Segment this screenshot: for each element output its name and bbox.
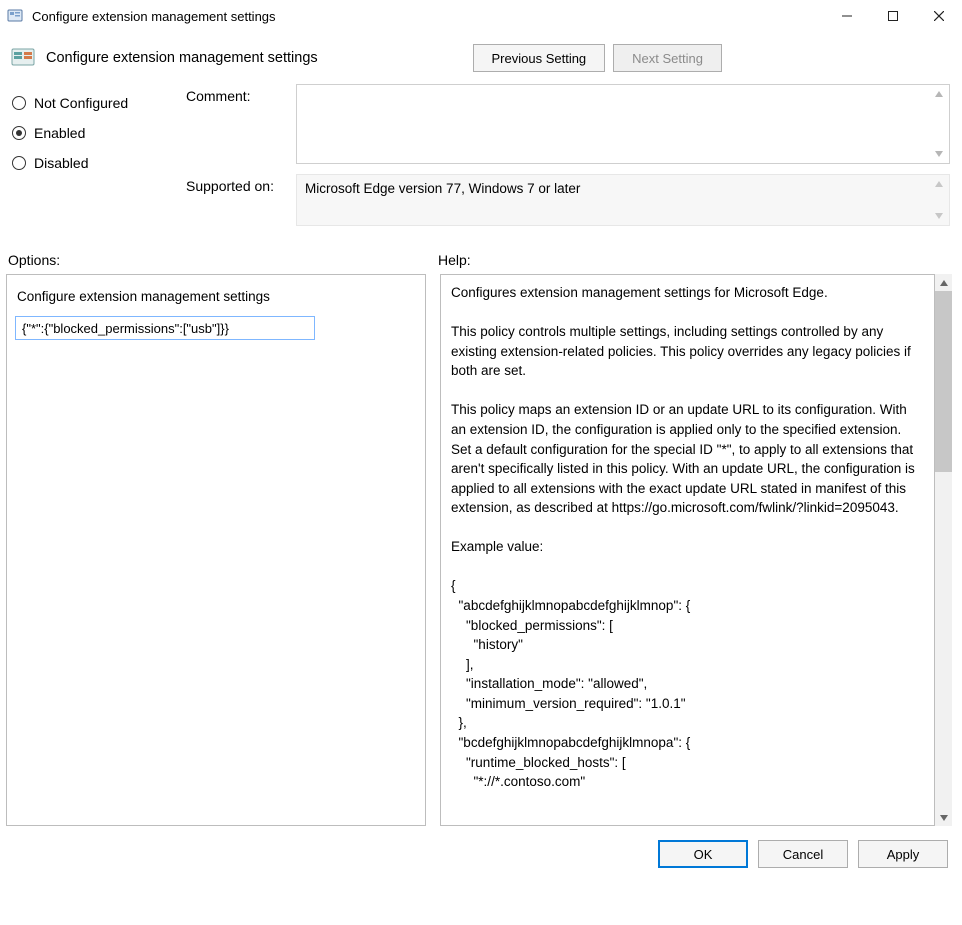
help-label: Help: bbox=[438, 252, 948, 268]
radio-label: Enabled bbox=[34, 125, 85, 141]
minimize-button[interactable] bbox=[824, 0, 870, 32]
cancel-button[interactable]: Cancel bbox=[758, 840, 848, 868]
radio-icon bbox=[12, 126, 26, 140]
scroll-up-icon[interactable] bbox=[932, 87, 946, 101]
policy-icon bbox=[10, 45, 36, 71]
fields-column: Comment: Supported on: Microsoft Edge ve… bbox=[186, 84, 950, 236]
next-setting-button[interactable]: Next Setting bbox=[613, 44, 722, 72]
state-radio-group: Not Configured Enabled Disabled bbox=[12, 84, 172, 236]
nav-buttons: Previous Setting Next Setting bbox=[473, 44, 723, 72]
radio-disabled[interactable]: Disabled bbox=[12, 148, 172, 178]
previous-setting-button[interactable]: Previous Setting bbox=[473, 44, 606, 72]
scroll-down-icon[interactable] bbox=[932, 209, 946, 223]
scrollbar-thumb[interactable] bbox=[935, 291, 952, 472]
scroll-down-icon[interactable] bbox=[935, 809, 952, 826]
extension-settings-input[interactable] bbox=[15, 316, 315, 340]
supported-on-row: Supported on: Microsoft Edge version 77,… bbox=[186, 174, 950, 226]
help-scrollbar[interactable] bbox=[935, 274, 952, 826]
scroll-down-icon[interactable] bbox=[932, 147, 946, 161]
dialog-button-bar: OK Cancel Apply bbox=[0, 826, 962, 868]
radio-not-configured[interactable]: Not Configured bbox=[12, 88, 172, 118]
window-title: Configure extension management settings bbox=[32, 9, 824, 24]
apply-button[interactable]: Apply bbox=[858, 840, 948, 868]
window-controls bbox=[824, 0, 962, 32]
radio-label: Not Configured bbox=[34, 95, 128, 111]
supported-on-label: Supported on: bbox=[186, 174, 286, 226]
ok-button[interactable]: OK bbox=[658, 840, 748, 868]
radio-enabled[interactable]: Enabled bbox=[12, 118, 172, 148]
app-icon bbox=[6, 7, 24, 25]
config-area: Not Configured Enabled Disabled Comment: bbox=[0, 80, 962, 242]
scrollbar-track[interactable] bbox=[935, 291, 952, 809]
comment-row: Comment: bbox=[186, 84, 950, 164]
help-panel-wrap: Configures extension management settings… bbox=[440, 274, 952, 826]
policy-header: Configure extension management settings … bbox=[0, 32, 962, 80]
supported-on-value-box: Microsoft Edge version 77, Windows 7 or … bbox=[296, 174, 950, 226]
close-button[interactable] bbox=[916, 0, 962, 32]
maximize-button[interactable] bbox=[870, 0, 916, 32]
options-title: Configure extension management settings bbox=[17, 289, 415, 304]
title-bar: Configure extension management settings bbox=[0, 0, 962, 32]
help-panel[interactable]: Configures extension management settings… bbox=[440, 274, 935, 826]
comment-label: Comment: bbox=[186, 84, 286, 164]
supported-on-value: Microsoft Edge version 77, Windows 7 or … bbox=[305, 181, 580, 196]
scroll-up-icon[interactable] bbox=[935, 274, 952, 291]
policy-title: Configure extension management settings bbox=[46, 50, 318, 66]
radio-icon bbox=[12, 96, 26, 110]
radio-label: Disabled bbox=[34, 155, 88, 171]
radio-icon bbox=[12, 156, 26, 170]
comment-textarea[interactable] bbox=[296, 84, 950, 164]
options-label: Options: bbox=[8, 252, 438, 268]
panels: Configure extension management settings … bbox=[0, 274, 962, 826]
options-panel: Configure extension management settings bbox=[6, 274, 426, 826]
section-labels: Options: Help: bbox=[0, 242, 962, 274]
scroll-up-icon[interactable] bbox=[932, 177, 946, 191]
